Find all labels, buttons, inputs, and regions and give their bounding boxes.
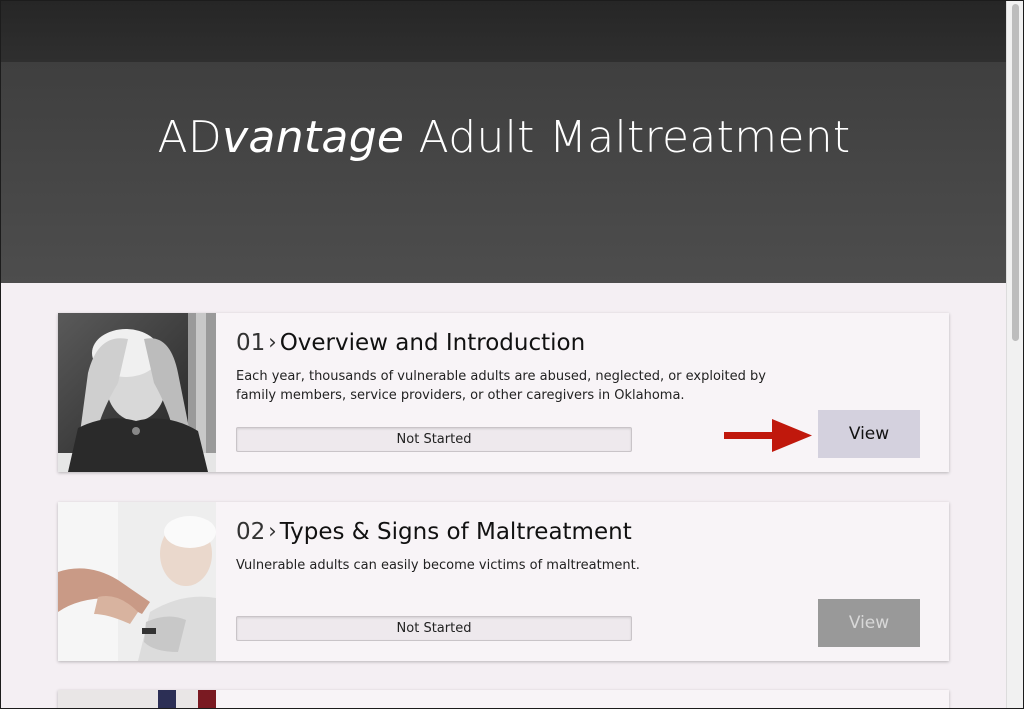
top-bar	[1, 1, 1007, 62]
title-italic: vantage	[222, 112, 405, 163]
module-card-03	[58, 690, 949, 708]
chevron-right-icon: ›	[268, 330, 277, 354]
module-image-02	[58, 502, 216, 661]
module-title: Overview and Introduction	[279, 330, 586, 356]
module-heading-02: 02 › Types & Signs of Maltreatment	[236, 519, 632, 545]
module-heading-01: 01 › Overview and Introduction	[236, 330, 585, 356]
module-number: 01	[236, 330, 266, 356]
vertical-scrollbar[interactable]	[1006, 1, 1023, 708]
scrollbar-thumb[interactable]	[1012, 4, 1019, 341]
progress-status-bar: Not Started	[236, 616, 632, 641]
module-image-03	[58, 690, 216, 708]
module-title: Types & Signs of Maltreatment	[279, 519, 632, 545]
hero-banner: ADvantage Adult Maltreatment	[1, 62, 1007, 283]
module-card-02: 02 › Types & Signs of Maltreatment Vulnera…	[58, 502, 949, 661]
page-title: ADvantage Adult Maltreatment	[1, 112, 1007, 163]
view-button-02[interactable]: View	[818, 599, 920, 647]
elderly-person-photo-icon	[58, 313, 216, 472]
view-button-01[interactable]: View	[818, 410, 920, 458]
module-card-01: 01 › Overview and Introduction Each year, …	[58, 313, 949, 472]
module-image-01	[58, 313, 216, 472]
right-arrow-icon	[724, 419, 812, 452]
chevron-right-icon: ›	[268, 519, 277, 543]
title-prefix: AD	[157, 112, 223, 163]
progress-status-bar: Not Started	[236, 427, 632, 452]
module-description: Vulnerable adults can easily become vict…	[236, 558, 640, 573]
module-number: 02	[236, 519, 266, 545]
elderly-woman-photo-icon	[58, 502, 216, 661]
module-description: Each year, thousands of vulnerable adult…	[236, 369, 766, 403]
modules-list: 01 › Overview and Introduction Each year, …	[1, 283, 1007, 708]
title-rest: Adult Maltreatment	[404, 112, 851, 163]
app-frame: ADvantage Adult Maltreatment 01 › Overvi…	[0, 0, 1024, 709]
